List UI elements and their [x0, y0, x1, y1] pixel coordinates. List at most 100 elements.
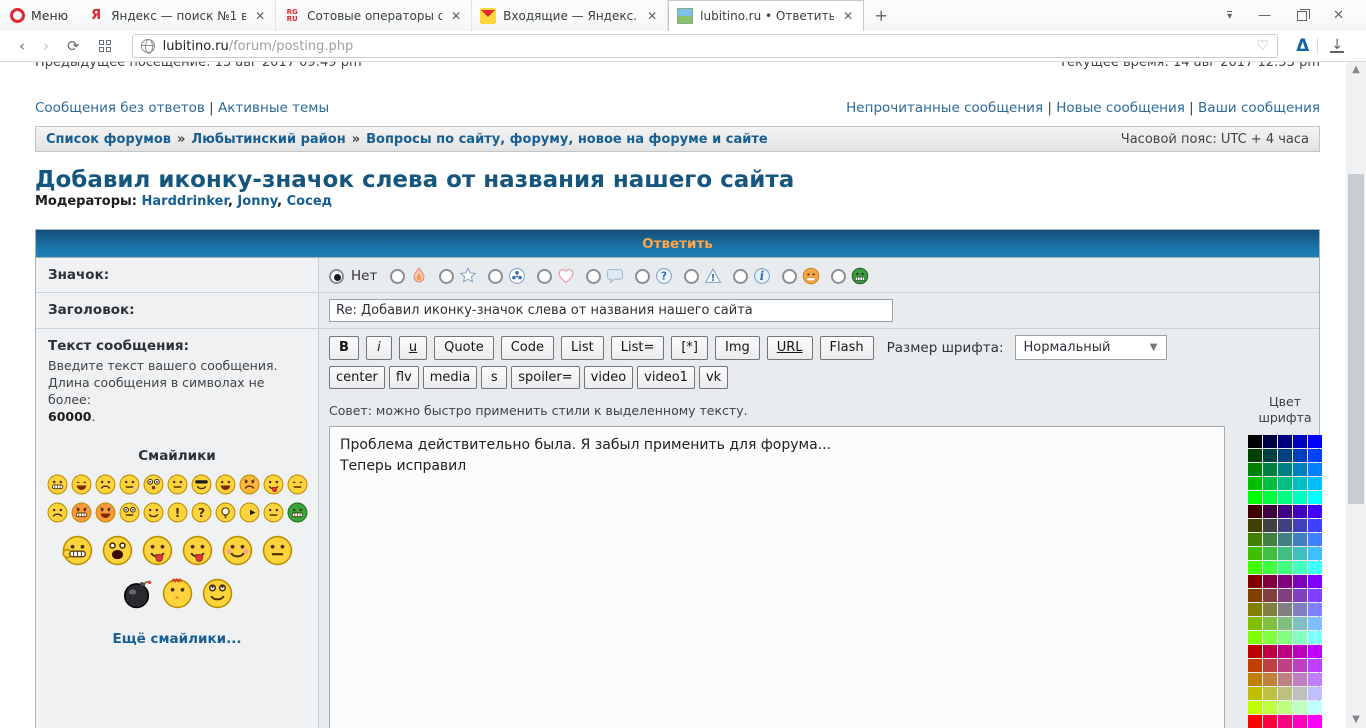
smiley-evil[interactable] [71, 502, 92, 527]
palette-color-FF0000[interactable] [1248, 715, 1262, 728]
palette-color-408080[interactable] [1278, 533, 1292, 546]
palette-color-80FF80[interactable] [1278, 631, 1292, 644]
smiley-twisted[interactable] [95, 502, 116, 527]
palette-color-BFFF00[interactable] [1248, 701, 1262, 714]
palette-color-4080FF[interactable] [1308, 533, 1322, 546]
palette-color-4000BF[interactable] [1293, 505, 1307, 518]
palette-color-004000[interactable] [1248, 449, 1262, 462]
palette-color-800080[interactable] [1278, 575, 1292, 588]
palette-color-408040[interactable] [1263, 533, 1277, 546]
palette-color-400040[interactable] [1263, 505, 1277, 518]
palette-color-00FF40[interactable] [1263, 491, 1277, 504]
new-tab-button[interactable]: + [864, 0, 898, 31]
back-button[interactable]: ‹ [10, 37, 34, 55]
bbcode-list-button[interactable]: List [561, 336, 604, 360]
palette-color-BF80BF[interactable] [1293, 673, 1307, 686]
palette-color-BFFF80[interactable] [1278, 701, 1292, 714]
icon-radio[interactable] [488, 269, 503, 284]
smiley-laugh[interactable] [215, 474, 236, 499]
palette-color-408000[interactable] [1248, 533, 1262, 546]
bbcode-flash-button[interactable]: Flash [820, 336, 874, 360]
palette-color-00BF80[interactable] [1278, 477, 1292, 490]
palette-color-40BF40[interactable] [1263, 547, 1277, 560]
palette-color-00FFFF[interactable] [1308, 491, 1322, 504]
palette-color-40BF80[interactable] [1278, 547, 1292, 560]
icon-radio[interactable] [390, 269, 405, 284]
palette-color-40BFFF[interactable] [1308, 547, 1322, 560]
palette-color-BFBF40[interactable] [1263, 687, 1277, 700]
palette-color-80FF40[interactable] [1263, 631, 1277, 644]
palette-color-40FF40[interactable] [1263, 561, 1277, 574]
bbcode-s-button[interactable]: s [481, 366, 507, 389]
link-unanswered[interactable]: Сообщения без ответов [35, 100, 205, 116]
palette-color-40BF00[interactable] [1248, 547, 1262, 560]
icon-radio[interactable] [831, 269, 846, 284]
smiley-cool[interactable] [191, 474, 212, 499]
icon-radio[interactable] [586, 269, 601, 284]
palette-color-00BF00[interactable] [1248, 477, 1262, 490]
palette-color-BFFFBF[interactable] [1293, 701, 1307, 714]
palette-color-000080[interactable] [1278, 435, 1292, 448]
palette-color-808000[interactable] [1248, 603, 1262, 616]
palette-color-00BF40[interactable] [1263, 477, 1277, 490]
smiley-grin[interactable] [47, 474, 68, 499]
smiley-question[interactable]: ? [191, 502, 212, 527]
palette-color-80BF40[interactable] [1263, 617, 1277, 630]
palette-color-808080[interactable] [1278, 603, 1292, 616]
palette-color-8080FF[interactable] [1308, 603, 1322, 616]
smiley-crazy[interactable] [142, 535, 173, 570]
palette-color-008040[interactable] [1263, 463, 1277, 476]
smiley-hm[interactable] [167, 474, 188, 499]
scroll-up-arrow[interactable]: ▲ [1346, 62, 1366, 78]
icon-radio[interactable] [733, 269, 748, 284]
smiley-smile[interactable] [143, 502, 164, 527]
palette-color-404040[interactable] [1263, 519, 1277, 532]
smiley-meh[interactable] [263, 502, 284, 527]
crumb-district[interactable]: Любытинский район [191, 132, 345, 147]
palette-color-40FF80[interactable] [1278, 561, 1292, 574]
palette-color-BF0040[interactable] [1263, 645, 1277, 658]
smiley-smoke[interactable] [119, 474, 140, 499]
palette-color-0040FF[interactable] [1308, 449, 1322, 462]
palette-color-804040[interactable] [1263, 589, 1277, 602]
tab-close-icon[interactable]: ✕ [645, 9, 659, 23]
palette-color-80BF00[interactable] [1248, 617, 1262, 630]
restore-button[interactable] [1297, 11, 1307, 21]
palette-color-00FF00[interactable] [1248, 491, 1262, 504]
palette-color-BFBFBF[interactable] [1293, 687, 1307, 700]
palette-color-80FF00[interactable] [1248, 631, 1262, 644]
palette-color-0080FF[interactable] [1308, 463, 1322, 476]
palette-color-8000BF[interactable] [1293, 575, 1307, 588]
smiley-sad[interactable] [47, 502, 68, 527]
palette-color-8000FF[interactable] [1308, 575, 1322, 588]
palette-color-00FFBF[interactable] [1293, 491, 1307, 504]
palette-color-BF40FF[interactable] [1308, 659, 1322, 672]
tab-close-icon[interactable]: ✕ [841, 9, 855, 23]
close-window-button[interactable]: ✕ [1333, 8, 1344, 23]
smiley-roll[interactable] [202, 578, 233, 613]
smiley-bomb[interactable] [122, 578, 153, 613]
palette-color-BF0000[interactable] [1248, 645, 1262, 658]
icon-radio-none[interactable] [329, 269, 344, 284]
palette-color-8080BF[interactable] [1293, 603, 1307, 616]
smiley-upset[interactable] [95, 474, 116, 499]
smiley-eek[interactable] [143, 474, 164, 499]
opera-drop-icon[interactable]: Δ [1288, 36, 1317, 56]
link-your-posts[interactable]: Ваши сообщения [1198, 100, 1320, 116]
icon-radio[interactable] [635, 269, 650, 284]
palette-color-404000[interactable] [1248, 519, 1262, 532]
link-new-posts[interactable]: Новые сообщения [1056, 100, 1185, 116]
tab-close-icon[interactable]: ✕ [449, 9, 463, 23]
palette-color-40FF00[interactable] [1248, 561, 1262, 574]
speed-dial-icon[interactable] [99, 40, 112, 53]
address-bar[interactable]: lubitino.ru /forum/posting.php ♡ [132, 34, 1279, 58]
palette-color-BF4080[interactable] [1278, 659, 1292, 672]
palette-color-80FFBF[interactable] [1293, 631, 1307, 644]
smiley-chicken[interactable] [162, 578, 193, 613]
palette-color-804000[interactable] [1248, 589, 1262, 602]
smiley-think[interactable] [262, 535, 293, 570]
smiley-glasses[interactable] [119, 502, 140, 527]
palette-color-4040FF[interactable] [1308, 519, 1322, 532]
smiley-biggrin_green[interactable] [287, 502, 308, 527]
bbcode-u-button[interactable]: u [399, 336, 427, 360]
